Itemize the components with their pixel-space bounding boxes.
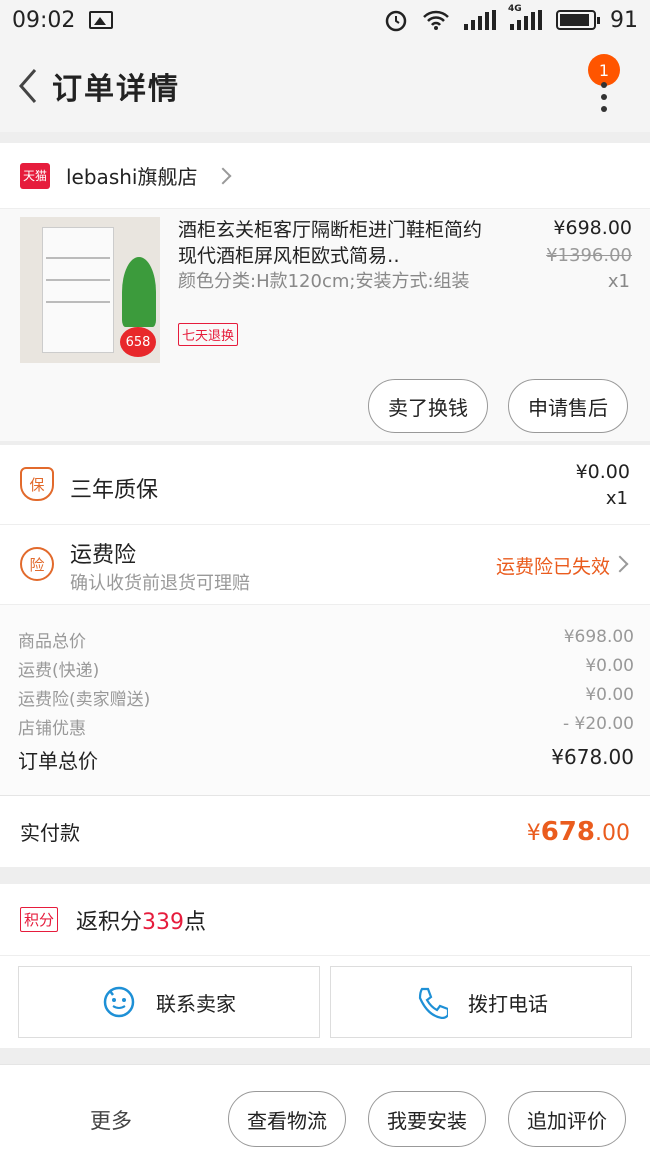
freight-insurance-status: 运费险已失效 <box>495 556 610 578</box>
contact-section: 联系卖家 拨打电话 <box>0 956 650 1048</box>
nav-bar: 订单详情 1 <box>0 40 650 132</box>
summary-label: 运费(快递) <box>18 661 100 681</box>
call-phone-button[interactable]: 拨打电话 <box>330 966 632 1038</box>
paid-label: 实付款 <box>20 821 80 845</box>
tmall-logo-icon: 天猫 <box>20 162 50 189</box>
paid-amount-int: 678 <box>540 816 595 847</box>
phone-icon <box>418 987 448 1019</box>
view-logistics-button[interactable]: 查看物流 <box>228 1091 346 1147</box>
product-title[interactable]: 酒柜玄关柜客厅隔断柜进门鞋柜简约现代酒柜屏风柜欧式简易‥ <box>178 217 488 269</box>
resell-button[interactable]: 卖了换钱 <box>368 379 488 433</box>
paid-amount: ¥678.00 <box>527 817 630 847</box>
summary-label: 店铺优惠 <box>18 719 86 739</box>
points-text: 返积分339点 <box>76 904 206 936</box>
order-total-row: 订单总价 ¥678.00 <box>18 745 634 774</box>
points-prefix: 返积分 <box>76 909 143 935</box>
summary-label: 商品总价 <box>18 632 86 652</box>
image-notification-icon <box>89 11 114 29</box>
signal-icon <box>464 10 496 30</box>
status-time: 09:02 <box>12 7 76 33</box>
chevron-right-icon <box>611 555 629 573</box>
summary-row: 店铺优惠 - ¥20.00 <box>18 714 634 739</box>
contact-seller-label: 联系卖家 <box>156 991 236 1016</box>
summary-row: 运费险(卖家赠送) ¥0.00 <box>18 685 634 710</box>
freight-insurance-subtitle: 确认收货前退货可理赔 <box>70 573 250 594</box>
points-value: 339 <box>142 909 185 935</box>
product-thumbnail[interactable]: 658 <box>20 217 160 363</box>
product-price: ¥698.00 <box>553 217 632 239</box>
return-policy-tag: 七天退换 <box>178 323 239 346</box>
add-review-button[interactable]: 追加评价 <box>508 1091 626 1147</box>
back-button[interactable] <box>8 61 48 111</box>
shield-icon: 保 <box>20 467 54 501</box>
points-tag: 积分 <box>20 907 59 932</box>
warranty-title: 三年质保 <box>70 478 159 503</box>
request-install-button[interactable]: 我要安装 <box>368 1091 486 1147</box>
paid-amount-row: 实付款 ¥678.00 <box>0 795 650 867</box>
summary-label: 运费险(卖家赠送) <box>18 690 151 710</box>
freight-insurance-row[interactable]: 险 运费险 确认收货前退货可理赔 运费险已失效 <box>0 525 650 605</box>
network-type: 4G <box>508 4 522 14</box>
insurance-icon: 险 <box>20 547 54 581</box>
after-sales-button[interactable]: 申请售后 <box>508 379 628 433</box>
points-suffix: 点 <box>184 909 207 935</box>
chevron-left-icon <box>19 69 37 103</box>
summary-value: ¥0.00 <box>585 685 634 705</box>
alarm-icon <box>385 10 407 32</box>
warranty-price: ¥0.00 <box>575 461 630 483</box>
chevron-right-icon <box>214 167 232 184</box>
freight-insurance-title: 运费险 <box>70 543 137 568</box>
warranty-qty: x1 <box>605 488 628 509</box>
contact-seller-button[interactable]: 联系卖家 <box>18 966 320 1038</box>
shop-name: lebashi旗舰店 <box>66 165 198 189</box>
order-total-label: 订单总价 <box>18 749 98 773</box>
bottom-action-bar: 更多 查看物流 我要安装 追加评价 <box>0 1064 650 1155</box>
product-qty: x1 <box>607 271 630 292</box>
order-total-value: ¥678.00 <box>551 745 634 769</box>
summary-row: 商品总价 ¥698.00 <box>18 627 634 652</box>
points-row: 积分 返积分339点 <box>0 884 650 956</box>
page-title: 订单详情 <box>52 72 180 107</box>
thumb-price-sticker: 658 <box>120 327 156 357</box>
chat-bubble-icon <box>103 986 135 1018</box>
summary-value: ¥698.00 <box>563 627 634 647</box>
price-summary: 商品总价 ¥698.00 运费(快递) ¥0.00 运费险(卖家赠送) ¥0.00 店… <box>0 605 650 795</box>
paid-currency: ¥ <box>526 820 541 846</box>
warranty-row[interactable]: 保 三年质保 ¥0.00 x1 <box>0 445 650 525</box>
summary-value: ¥0.00 <box>585 656 634 676</box>
paid-amount-dec: .00 <box>595 820 630 846</box>
summary-value: - ¥20.00 <box>562 714 634 734</box>
product-spec: 颜色分类:H款120cm;安装方式:组装 <box>178 271 470 292</box>
status-bar: 09:02 4G 91 <box>0 0 650 40</box>
product-original-price: ¥1396.00 <box>546 245 632 266</box>
wifi-icon <box>423 10 449 30</box>
summary-row: 运费(快递) ¥0.00 <box>18 656 634 681</box>
product-item: 658 酒柜玄关柜客厅隔断柜进门鞋柜简约现代酒柜屏风柜欧式简易‥ 颜色分类:H款… <box>0 209 650 441</box>
call-phone-label: 拨打电话 <box>468 991 548 1016</box>
signal-4g-icon: 4G <box>508 4 542 30</box>
more-menu-button[interactable]: 1 <box>588 54 620 114</box>
battery-level: 91 <box>610 7 638 33</box>
more-button[interactable]: 更多 <box>90 1105 132 1135</box>
battery-icon <box>556 10 600 30</box>
shop-header[interactable]: 天猫 lebashi旗舰店 <box>0 143 650 209</box>
more-vertical-icon <box>601 82 607 112</box>
